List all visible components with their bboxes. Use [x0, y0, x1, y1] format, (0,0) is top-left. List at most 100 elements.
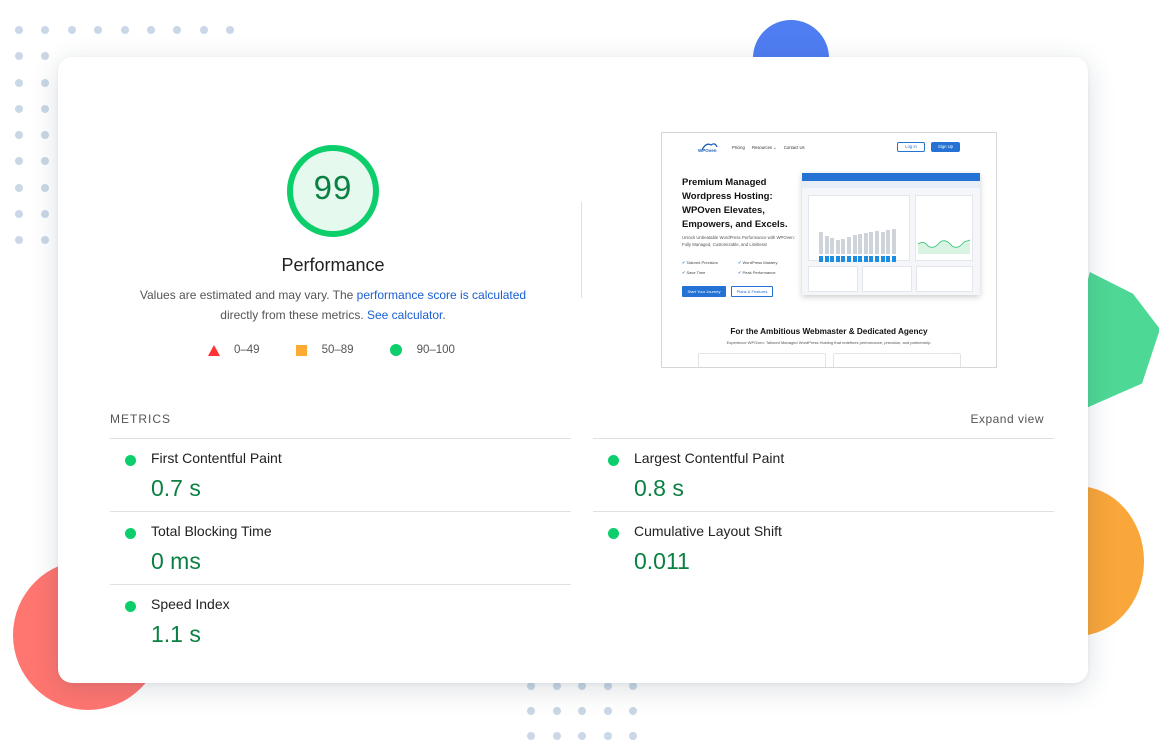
vertical-divider	[581, 202, 582, 298]
decor-dot	[603, 732, 612, 740]
decor-dot	[552, 707, 561, 715]
dashboard-bar	[891, 256, 896, 262]
see-calculator-link[interactable]: See calculator	[367, 308, 442, 322]
performance-title: Performance	[281, 255, 385, 275]
decor-dot	[527, 682, 535, 690]
dashboard-bar	[880, 256, 885, 262]
decor-dot	[41, 26, 50, 34]
metrics-grid: First Contentful Paint 0.7 s Largest Con…	[110, 438, 1054, 657]
decor-dot	[41, 183, 50, 192]
thumbnail-feature: Tailored Precision	[682, 260, 738, 265]
dashboard-bar	[846, 256, 851, 262]
lighthouse-report-card: 99 Performance Values are estimated and …	[58, 57, 1088, 683]
decor-dot	[146, 26, 155, 34]
dashboard-bar	[824, 236, 829, 254]
dashboard-bar	[830, 256, 835, 262]
legend-range-label: 0–49	[234, 344, 260, 356]
dashboard-stat-panel	[862, 266, 912, 292]
pass-circle-icon	[608, 528, 619, 539]
thumbnail-hero-subtext: Unlock Unbeatable WordPress Performance …	[682, 235, 795, 247]
decor-dot	[41, 52, 50, 61]
expand-view-toggle[interactable]: Expand view	[970, 412, 1044, 426]
dashboard-stat-panel	[808, 266, 858, 292]
thumbnail-signup-button: Sign Up	[931, 142, 960, 152]
thumbnail-feature: Save Time	[682, 270, 738, 275]
performance-score-link[interactable]: performance score is calculated	[357, 288, 526, 302]
pass-circle-icon	[125, 601, 136, 612]
dashboard-bar	[863, 256, 868, 262]
dashboard-bar	[874, 256, 879, 262]
metric-value: 0.8 s	[634, 475, 684, 501]
dashboard-bar	[858, 256, 863, 262]
metric-name: Largest Contentful Paint	[634, 450, 785, 466]
metric-value: 1.1 s	[151, 621, 201, 647]
dashboard-bar	[846, 237, 851, 254]
dashboard-bar	[858, 234, 863, 254]
decor-dot	[67, 26, 76, 34]
metric-name: Cumulative Layout Shift	[634, 523, 782, 539]
decor-dot	[578, 682, 586, 690]
decor-dot	[15, 183, 23, 192]
pass-circle-icon	[125, 528, 136, 539]
dashboard-stat-panel	[916, 266, 973, 292]
thumbnail-navbar: WPOven Pricing Resources ⌄ Contact Us Lo…	[662, 133, 996, 159]
thumbnail-logo-text: WPOven	[698, 148, 717, 153]
metric-value: 0 ms	[151, 548, 201, 574]
decor-dot	[15, 104, 23, 113]
dot-pattern-bottom	[527, 682, 637, 740]
description-suffix: .	[442, 307, 446, 322]
decor-dot	[173, 26, 182, 34]
metric-total-blocking-time: Total Blocking Time 0 ms	[110, 511, 571, 584]
description-text-2: directly from these metrics.	[220, 307, 367, 322]
thumbnail-cta-primary: Start Your Journey	[682, 286, 726, 297]
decor-dot	[41, 236, 50, 245]
decor-dot	[15, 236, 23, 245]
decor-dot	[527, 732, 535, 740]
decor-dot	[15, 26, 23, 34]
dashboard-bar	[852, 235, 857, 254]
thumbnail-nav-link: Pricing	[732, 145, 745, 150]
dashboard-bar	[819, 256, 823, 262]
metric-value: 0.7 s	[151, 475, 201, 501]
dashboard-tabs-bar	[802, 181, 980, 188]
decor-dot	[15, 210, 23, 219]
thumbnail-feature-list: Tailored Precision WordPress Mastery Sav…	[682, 260, 802, 275]
metric-name: Speed Index	[151, 596, 230, 612]
pass-circle-icon	[608, 455, 619, 466]
circle-icon	[389, 344, 402, 356]
description-text: Values are estimated and may vary. The	[139, 288, 357, 302]
dashboard-area-chart	[918, 239, 970, 254]
thumbnail-nav-link: Contact Us	[783, 145, 805, 150]
dashboard-bar	[880, 232, 885, 254]
decor-dot	[629, 707, 637, 715]
metric-first-contentful-paint: First Contentful Paint 0.7 s	[110, 438, 571, 511]
dashboard-bar	[886, 256, 891, 262]
dashboard-bar	[835, 240, 840, 254]
legend-range-label: 50–89	[321, 344, 354, 356]
dashboard-header-bar	[802, 173, 980, 181]
decor-dot	[15, 78, 23, 87]
decor-dot	[629, 682, 637, 690]
metric-cumulative-layout-shift: Cumulative Layout Shift 0.011	[593, 511, 1054, 584]
dashboard-bar	[869, 232, 874, 254]
dashboard-bar	[830, 238, 835, 254]
dashboard-bar	[886, 230, 891, 254]
decor-dot	[629, 732, 637, 740]
decor-dot	[41, 157, 50, 166]
thumbnail-feature: WordPress Mastery	[738, 260, 798, 265]
legend-item-fail: 0–49	[208, 344, 260, 356]
page-screenshot-thumbnail[interactable]: WPOven Pricing Resources ⌄ Contact Us Lo…	[661, 132, 997, 368]
dashboard-bar	[835, 256, 840, 262]
thumbnail-section-title: For the Ambitious Webmaster & Dedicated …	[730, 327, 928, 336]
decor-dot	[41, 210, 50, 219]
decor-dot	[199, 26, 208, 34]
thumbnail-feature: Peak Performance	[738, 270, 798, 275]
thumbnail-section-subtitle: Experience WPOven: Tailored Managed Word…	[726, 340, 932, 345]
metric-name: Total Blocking Time	[151, 523, 272, 539]
metric-value: 0.011	[634, 548, 690, 574]
thumbnail-cta-secondary: Plans & Features	[731, 286, 773, 297]
dashboard-side-panel	[915, 195, 973, 261]
performance-description: Values are estimated and may vary. The p…	[118, 286, 548, 325]
square-icon	[295, 344, 307, 356]
performance-score-value: 99	[313, 169, 353, 206]
